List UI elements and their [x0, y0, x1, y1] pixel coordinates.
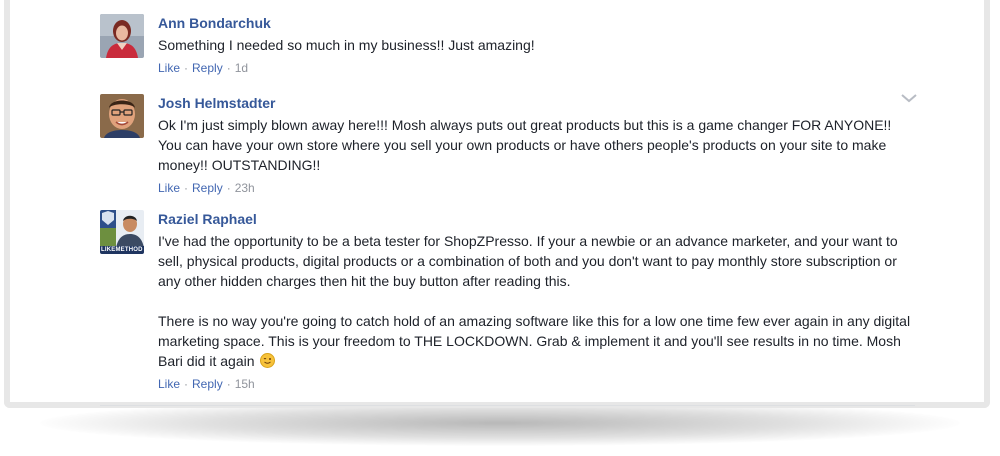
separator-dot: · [226, 181, 231, 195]
separator-dot: · [184, 377, 189, 391]
comment-actions: Like · Reply · 15h [158, 376, 918, 392]
divider [100, 405, 915, 406]
comment-paragraph: Something I needed so much in my busines… [158, 37, 535, 53]
reply-button[interactable]: Reply [192, 61, 223, 75]
comment-text: Ok I'm just simply blown away here!!! Mo… [158, 115, 918, 175]
like-button[interactable]: Like [158, 181, 180, 195]
comment-paragraph: I've had the opportunity to be a beta te… [158, 233, 898, 289]
profile-photo-woman-icon [100, 14, 144, 58]
comment-paragraph: Ok I'm just simply blown away here!!! Mo… [158, 117, 892, 173]
comment-body: Josh Helmstadter Ok I'm just simply blow… [158, 94, 918, 196]
comment-paragraph: There is no way you're going to catch ho… [158, 311, 918, 371]
avatar[interactable]: LIKEMETHOD [100, 210, 144, 254]
comment-timestamp[interactable]: 1d [235, 61, 248, 75]
reply-button[interactable]: Reply [192, 181, 223, 195]
profile-photo-man-icon [100, 94, 144, 138]
avatar-badge-text: LIKEMETHOD [101, 247, 143, 253]
comment-timestamp[interactable]: 23h [235, 181, 255, 195]
separator-dot: · [226, 61, 231, 75]
like-button[interactable]: Like [158, 61, 180, 75]
comment-actions: Like · Reply · 23h [158, 180, 918, 196]
comment-timestamp[interactable]: 15h [235, 377, 255, 391]
comment-author[interactable]: Ann Bondarchuk [158, 14, 918, 32]
separator-dot: · [226, 377, 231, 391]
comment-author[interactable]: Josh Helmstadter [158, 94, 918, 112]
comment-body: Ann Bondarchuk Something I needed so muc… [158, 14, 918, 76]
comments-card: Ann Bondarchuk Something I needed so muc… [4, 0, 990, 408]
like-button[interactable]: Like [158, 377, 180, 391]
separator-dot: · [184, 61, 189, 75]
avatar[interactable] [100, 14, 144, 58]
separator-dot: · [184, 181, 189, 195]
comment-text: I've had the opportunity to be a beta te… [158, 231, 918, 371]
comment-text: Something I needed so much in my busines… [158, 35, 918, 55]
winking-face-emoji-icon [260, 353, 276, 368]
avatar[interactable] [100, 94, 144, 138]
comment-author[interactable]: Raziel Raphael [158, 210, 918, 228]
reply-button[interactable]: Reply [192, 377, 223, 391]
chevron-down-icon[interactable] [900, 92, 918, 104]
comment-body: Raziel Raphael I've had the opportunity … [158, 210, 918, 392]
comment-actions: Like · Reply · 1d [158, 60, 918, 76]
